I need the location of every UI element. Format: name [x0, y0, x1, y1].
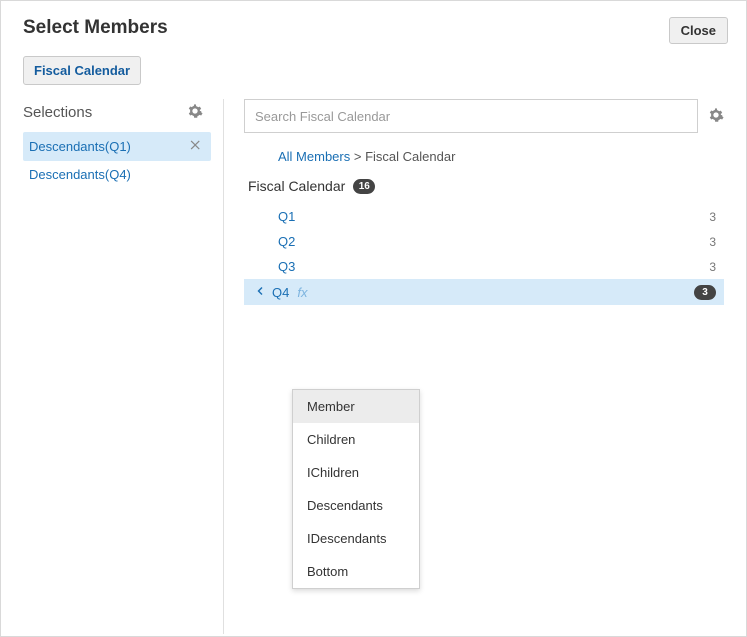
- breadcrumb: All Members > Fiscal Calendar: [244, 133, 724, 178]
- dimension-tab[interactable]: Fiscal Calendar: [23, 56, 141, 85]
- member-count-badge: 3: [694, 285, 716, 300]
- member-name: Q2: [278, 234, 295, 249]
- function-menu: MemberChildrenIChildrenDescendantsIDesce…: [292, 389, 420, 589]
- function-menu-item[interactable]: Children: [293, 423, 419, 456]
- member-name: Q3: [278, 259, 295, 274]
- member-row[interactable]: Q4 fx 3: [244, 279, 724, 305]
- selection-label: Descendants(Q1): [29, 139, 131, 154]
- gear-icon[interactable]: [187, 103, 203, 122]
- selection-row[interactable]: Descendants(Q1): [23, 132, 211, 161]
- member-row-left: Q4 fx: [254, 285, 307, 300]
- close-icon[interactable]: [189, 138, 203, 155]
- member-name: Q1: [278, 209, 295, 224]
- function-menu-item[interactable]: IChildren: [293, 456, 419, 489]
- breadcrumb-root[interactable]: All Members: [278, 149, 350, 164]
- breadcrumb-sep: >: [354, 149, 362, 164]
- member-row-left: Q1: [278, 209, 295, 224]
- member-row-left: Q2: [278, 234, 295, 249]
- select-members-dialog: Select Members Close Fiscal Calendar Sel…: [0, 0, 747, 637]
- selection-row[interactable]: Descendants(Q4): [23, 161, 211, 188]
- member-row-left: Q3: [278, 259, 295, 274]
- search-input[interactable]: [244, 99, 698, 133]
- selections-list: Descendants(Q1) Descendants(Q4): [23, 132, 211, 188]
- selections-header: Selections: [23, 99, 211, 132]
- member-row[interactable]: Q2 3: [248, 229, 724, 254]
- tree-root-row[interactable]: Fiscal Calendar 16: [244, 178, 724, 204]
- function-menu-item[interactable]: Descendants: [293, 489, 419, 522]
- member-row[interactable]: Q3 3: [248, 254, 724, 279]
- selection-label: Descendants(Q4): [29, 167, 131, 182]
- member-row[interactable]: Q1 3: [248, 204, 724, 229]
- selections-panel: Selections Descendants(Q1) Descendants(Q4…: [1, 99, 211, 634]
- gear-icon[interactable]: [708, 107, 724, 126]
- member-list: Q1 3 Q2 3 Q3 3 Q4 fx 3: [244, 204, 724, 305]
- close-button[interactable]: Close: [669, 17, 728, 44]
- dialog-content: Selections Descendants(Q1) Descendants(Q4…: [1, 99, 746, 634]
- fx-icon[interactable]: fx: [297, 285, 307, 300]
- selections-heading: Selections: [23, 104, 92, 121]
- dimension-tab-row: Fiscal Calendar: [1, 52, 746, 99]
- member-count: 3: [709, 260, 716, 274]
- search-row: [244, 99, 724, 133]
- breadcrumb-current: Fiscal Calendar: [365, 149, 455, 164]
- members-panel: All Members > Fiscal Calendar Fiscal Cal…: [224, 99, 746, 634]
- dialog-title: Select Members: [23, 17, 168, 39]
- function-menu-item[interactable]: IDescendants: [293, 522, 419, 555]
- member-count: 3: [709, 210, 716, 224]
- function-menu-item[interactable]: Member: [293, 390, 419, 423]
- member-count: 3: [694, 284, 716, 300]
- tree-root-label: Fiscal Calendar: [248, 178, 345, 194]
- member-count: 3: [709, 235, 716, 249]
- dialog-header: Select Members Close: [1, 1, 746, 52]
- tree-root-count-badge: 16: [353, 179, 375, 194]
- chevron-left-icon[interactable]: [254, 285, 266, 300]
- member-name: Q4: [272, 285, 289, 300]
- function-menu-item[interactable]: Bottom: [293, 555, 419, 588]
